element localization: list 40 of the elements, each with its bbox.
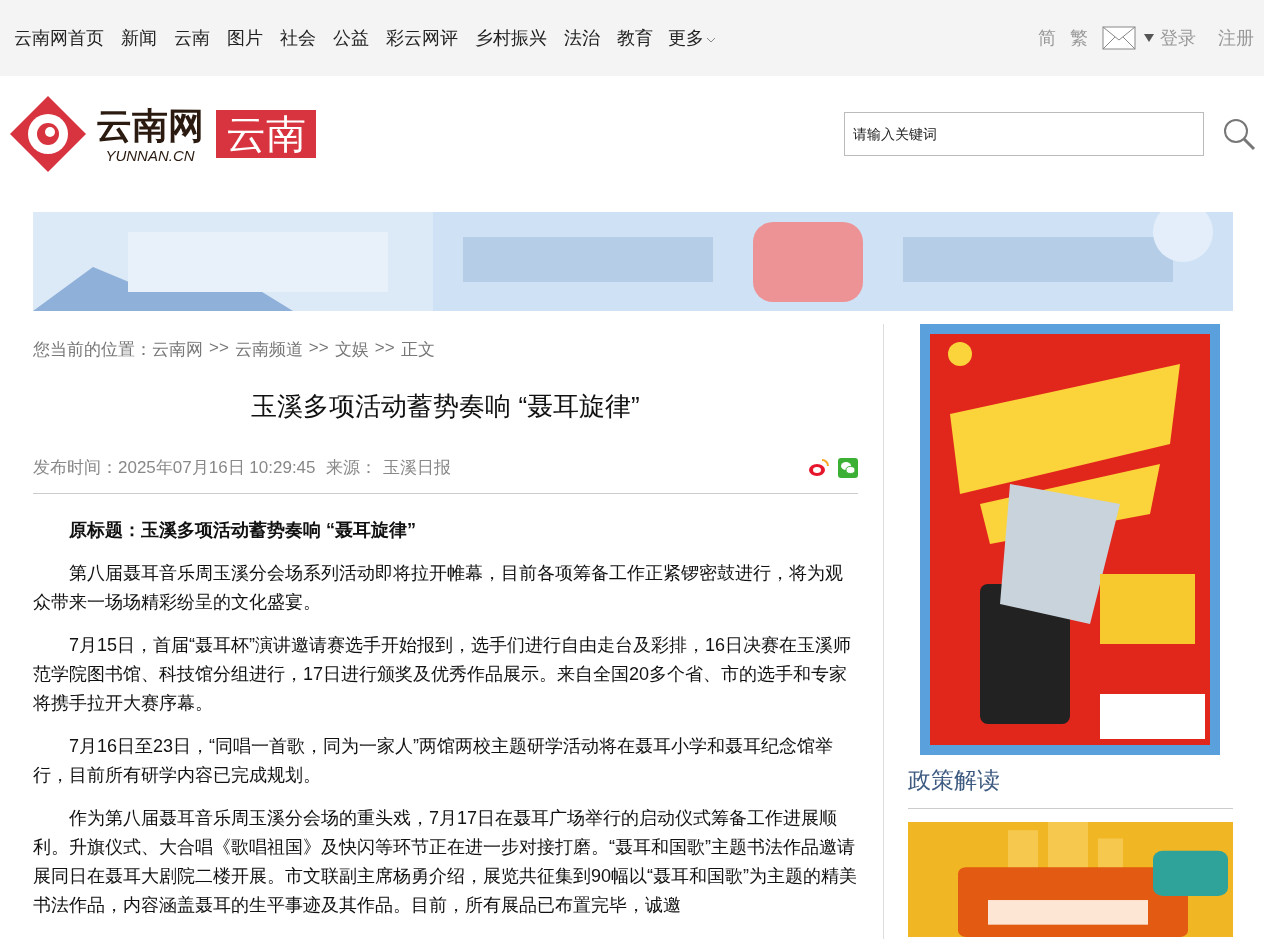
search-field[interactable]: 请输入关键词 (844, 111, 1204, 156)
nav-link[interactable]: 公益 (333, 26, 369, 50)
article-paragraph: 7月15日，首届“聂耳杯”演讲邀请赛选手开始报到，选手们进行自由走台及彩排，16日决赛在玉溪师范学院图书馆、科技馆分组进行，17日进行颁奖及优秀作品展示。来自全国20多个省、市的选手和专家将携手拉开大赛序幕。 (33, 634, 853, 715)
nav-link[interactable]: 乡村振兴 (475, 26, 547, 50)
wechat-share-icon[interactable] (838, 457, 858, 478)
logo-name: 云南网 (95, 104, 205, 148)
breadcrumb-link[interactable]: 正文 (400, 338, 435, 361)
source-name: 玉溪日报 (382, 457, 451, 479)
article-title: 玉溪多项活动蓄势奏响 “聂耳旋律” (250, 390, 641, 423)
breadcrumb-link[interactable]: 云南网 (152, 338, 203, 361)
nav-link[interactable]: 新闻 (121, 26, 157, 50)
channel-label: 云南 (216, 109, 316, 158)
search-icon[interactable] (1222, 116, 1256, 151)
article-paragraph: 作为第八届聂耳音乐周玉溪分会场的重头戏，7月17日在聂耳广场举行的启动仪式筹备工作进展顺利。升旗仪式、大合唱《歌唱祖国》及快闪等环节正在进一步对接打磨。“聂耳和国歌”主题书法作品邀请展同日在聂耳大剧院二楼开展。市文联副主席杨勇介绍，展览共征集到90幅以“聂耳和国歌”为主题的精美书法作品，内容涵盖聂耳的生平事迹及其作品。目前，所有展品已布置完毕，诚邀 (33, 807, 858, 917)
original-title: 原标题：玉溪多项活动蓄势奏响 “聂耳旋律” (68, 519, 417, 542)
nav-link[interactable]: 图片 (227, 26, 263, 50)
nav-link[interactable]: 法治 (564, 26, 600, 50)
chevron-down-icon (706, 36, 716, 44)
source-label: 来源： (325, 457, 377, 479)
nav-link[interactable]: 社会 (280, 26, 316, 50)
more-menu[interactable]: 更多 (668, 26, 716, 50)
breadcrumb-separator: >> (308, 338, 329, 359)
breadcrumb-separator: >> (374, 338, 395, 359)
nav-link[interactable]: 彩云网评 (386, 26, 458, 50)
nav-link[interactable]: 云南 (174, 26, 210, 50)
breadcrumb-link[interactable]: 云南频道 (234, 338, 303, 361)
logo-domain: YUNNAN.CN (105, 147, 195, 163)
publish-time: 发布时间：2025年07月16日 10:29:45 (33, 457, 316, 479)
nav-link[interactable]: 云南网首页 (14, 26, 104, 50)
weibo-share-icon[interactable] (808, 457, 830, 478)
breadcrumb-link[interactable]: 文娱 (334, 338, 369, 361)
article-paragraph: 7月16日至23日，“同唱一首歌，同为一家人”两馆两校主题研学活动将在聂耳小学和聂耳纪念馆举行，目前所有研学内容已完成规划。 (33, 735, 835, 787)
caret-icon[interactable] (1144, 34, 1154, 42)
breadcrumb-label: 您当前的位置： (33, 339, 152, 361)
mail-icon[interactable] (1102, 26, 1136, 50)
article-paragraph: 第八届聂耳音乐周玉溪分会场系列活动即将拉开帷幕，目前各项筹备工作正紧锣密鼓进行，将为观众带来一场场精彩纷呈的文化盛宴。 (33, 562, 844, 614)
breadcrumb-separator: >> (209, 338, 229, 359)
nav-link[interactable]: 教育 (617, 26, 653, 50)
logo-icon (8, 93, 88, 174)
section-title: 政策解读 (908, 765, 1233, 809)
